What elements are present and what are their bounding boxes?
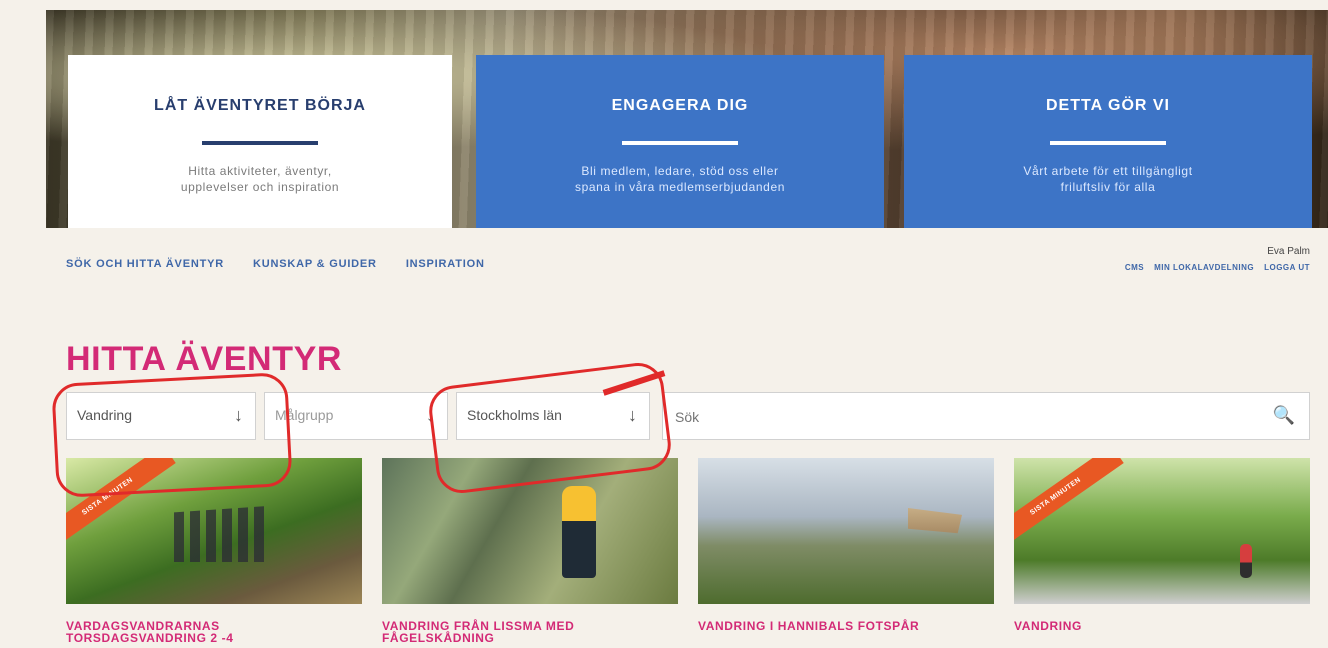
adventure-card-title: VANDRING FRÅN LISSMA MED FÅGELSKÅDNING (382, 620, 678, 644)
hero-panel-description: Bli medlem, ledare, stöd oss eller spana… (476, 163, 884, 195)
region-select[interactable]: Stockholms län ↓ (456, 392, 650, 440)
adventure-card[interactable]: SISTA MINUTEN VARDAGSVANDRARNAS TORSDAGS… (66, 458, 362, 644)
cms-link[interactable]: CMS (1125, 263, 1144, 272)
search-input[interactable] (673, 406, 1257, 428)
adventure-card-title-line: FÅGELSKÅDNING (382, 631, 495, 645)
arrow-down-icon: ↓ (234, 405, 243, 425)
hero-panel-description: Vårt arbete för ett tillgängligt friluft… (904, 163, 1312, 195)
adventure-card-title-line: VANDRING (1014, 619, 1082, 633)
page-title: HITTA ÄVENTYR (66, 340, 343, 378)
adventure-card-image: SISTA MINUTEN (1014, 458, 1310, 604)
adventure-card-title: VARDAGSVANDRARNAS TORSDAGSVANDRING 2 -4 (66, 620, 362, 644)
region-select-value: Stockholms län (467, 407, 562, 423)
hero-panel-title: ENGAGERA DIG (611, 97, 749, 114)
hero-panel-adventure[interactable]: LÅT ÄVENTYRET BÖRJA Hitta aktiviteter, ä… (68, 55, 452, 228)
target-group-select-value: Målgrupp (275, 407, 334, 423)
last-minute-badge: SISTA MINUTEN (1014, 458, 1124, 550)
hiking-group-figure (174, 506, 264, 562)
adventure-card[interactable]: VANDRING I HANNIBALS FOTSPÅR (698, 458, 994, 632)
logout-link[interactable]: LOGGA UT (1264, 263, 1310, 272)
adventure-card-image (382, 458, 678, 604)
filters-bar: Vandring ↓ Målgrupp ↓ Stockholms län ↓ 🔍 (66, 392, 1310, 440)
hero-panel-description-line: friluftsliv för alla (1060, 180, 1156, 194)
activity-select-value: Vandring (77, 407, 133, 423)
hero-panel-divider (622, 141, 738, 145)
hero-panel-title: DETTA GÖR VI (1046, 97, 1170, 114)
search-box[interactable]: 🔍 (662, 392, 1310, 440)
hero-panel-description-line: Bli medlem, ledare, stöd oss eller (581, 164, 779, 178)
target-group-select[interactable]: Målgrupp ↓ (264, 392, 448, 440)
hero-panel-description-line: Vårt arbete för ett tillgängligt (1023, 164, 1193, 178)
arrow-down-icon: ↓ (628, 405, 637, 425)
hero-banner: LÅT ÄVENTYRET BÖRJA Hitta aktiviteter, ä… (46, 10, 1328, 228)
adventure-card-title: VANDRING I HANNIBALS FOTSPÅR (698, 620, 994, 632)
signpost-figure (908, 508, 962, 534)
user-name: Eva Palm (1267, 246, 1310, 257)
adventure-card[interactable]: SISTA MINUTEN VANDRING (1014, 458, 1310, 632)
hero-panel-about[interactable]: DETTA GÖR VI Vårt arbete för ett tillgän… (904, 55, 1312, 228)
hiker-figure (562, 486, 596, 578)
hero-panel-divider (202, 141, 318, 145)
hero-panel-divider (1050, 141, 1166, 145)
hero-panel-description-line: Hitta aktiviteter, äventyr, (188, 164, 332, 178)
hero-panel-description-line: upplevelser och inspiration (180, 180, 340, 194)
nav-item-search-adventure[interactable]: SÖK OCH HITTA ÄVENTYR (66, 258, 224, 270)
runner-figure (1240, 544, 1252, 578)
hero-panel-title: LÅT ÄVENTYRET BÖRJA (154, 97, 366, 114)
adventure-card-title-line: TORSDAGSVANDRING 2 -4 (66, 631, 234, 645)
adventure-card-image (698, 458, 994, 604)
hero-panel-description: Hitta aktiviteter, äventyr, upplevelser … (68, 163, 452, 195)
adventure-card-image: SISTA MINUTEN (66, 458, 362, 604)
nav-item-guides[interactable]: KUNSKAP & GUIDER (253, 258, 377, 270)
arrow-down-icon: ↓ (426, 405, 435, 425)
user-links: CMS MIN LOKALAVDELNING LOGGA UT (1125, 263, 1310, 272)
search-icon[interactable]: 🔍 (1273, 405, 1295, 426)
activity-select[interactable]: Vandring ↓ (66, 392, 256, 440)
user-menu: Eva Palm CMS MIN LOKALAVDELNING LOGGA UT (1125, 246, 1310, 272)
adventure-cards: SISTA MINUTEN VARDAGSVANDRARNAS TORSDAGS… (66, 458, 1310, 648)
hero-panel-engage[interactable]: ENGAGERA DIG Bli medlem, ledare, stöd os… (476, 55, 884, 228)
my-local-chapter-link[interactable]: MIN LOKALAVDELNING (1154, 263, 1254, 272)
hero-panel-description-line: spana in våra medlemserbjudanden (575, 180, 785, 194)
adventure-card-title: VANDRING (1014, 620, 1310, 632)
adventure-card[interactable]: VANDRING FRÅN LISSMA MED FÅGELSKÅDNING (382, 458, 678, 644)
adventure-card-title-line: VANDRING I HANNIBALS FOTSPÅR (698, 619, 920, 633)
nav-item-inspiration[interactable]: INSPIRATION (406, 258, 485, 270)
last-minute-badge: SISTA MINUTEN (66, 458, 176, 550)
main-navigation: SÖK OCH HITTA ÄVENTYR KUNSKAP & GUIDER I… (66, 258, 485, 270)
